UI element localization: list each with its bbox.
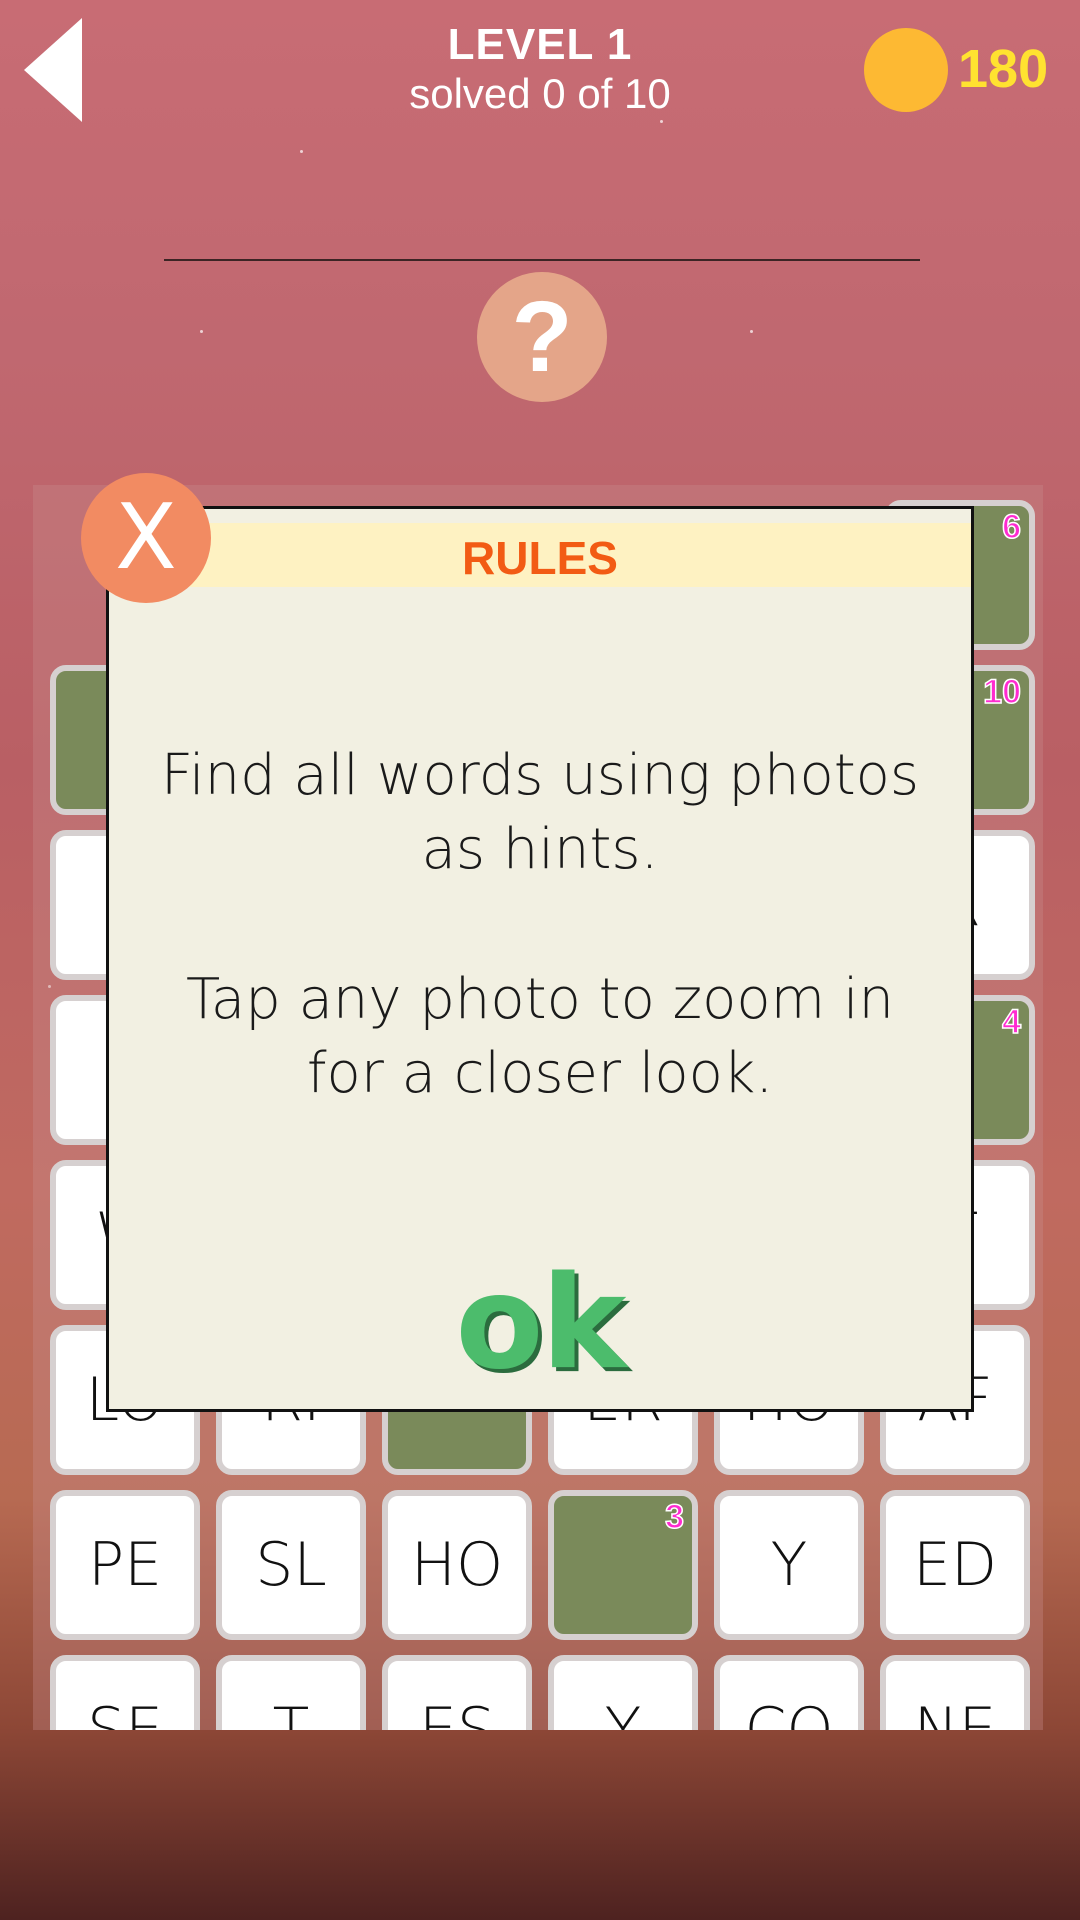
ok-button[interactable]: ok — [109, 1249, 971, 1398]
coin-icon — [864, 28, 948, 112]
letter-tile[interactable]: ES — [382, 1655, 532, 1730]
sparkle — [660, 120, 663, 123]
tile-label: PE — [87, 1530, 163, 1600]
letter-tile[interactable]: T — [216, 1655, 366, 1730]
answer-line — [164, 259, 920, 261]
letter-tile[interactable]: CO — [714, 1655, 864, 1730]
tile-label: ED — [912, 1530, 998, 1600]
letter-tile[interactable]: NE — [880, 1655, 1030, 1730]
tile-label: Y — [770, 1530, 808, 1600]
tile-label: ES — [419, 1695, 495, 1730]
sparkle — [300, 150, 303, 153]
tile-label: SE — [87, 1695, 163, 1730]
coin-count: 180 — [958, 39, 1049, 99]
tile-label: Y — [604, 1695, 642, 1730]
letter-tile[interactable]: Y — [548, 1655, 698, 1730]
sparkle — [200, 330, 203, 333]
tile-label: SL — [255, 1530, 327, 1600]
photo-number: 3 — [664, 1497, 684, 1537]
hint-button[interactable]: ? — [477, 272, 607, 402]
tile-label: T — [272, 1695, 310, 1730]
tile-label: CO — [744, 1695, 834, 1730]
photo-tile[interactable]: 3 — [548, 1490, 698, 1640]
rule-text-2-line-1: Tap any photo to zoom in — [185, 967, 894, 1032]
photo-number: 4 — [1001, 1002, 1021, 1042]
rule-text-2-line-2: for a closer look. — [306, 1041, 774, 1106]
rules-dialog: RULES Find all words using photos as hin… — [106, 506, 974, 1412]
letter-tile[interactable]: PE — [50, 1490, 200, 1640]
tile-label: HO — [410, 1530, 504, 1600]
letter-tile[interactable]: SL — [216, 1490, 366, 1640]
tile-label: NE — [913, 1695, 997, 1730]
letter-tile[interactable]: SE — [50, 1655, 200, 1730]
rule-text-1-line-2: as hints. — [421, 817, 659, 882]
letter-tile[interactable]: ED — [880, 1490, 1030, 1640]
photo-number: 10 — [982, 672, 1021, 712]
dialog-title: RULES — [462, 532, 618, 584]
letter-tile[interactable]: HO — [382, 1490, 532, 1640]
sparkle — [750, 330, 753, 333]
close-button[interactable]: X — [81, 473, 211, 603]
rule-text-1-line-1: Find all words using photos — [160, 743, 920, 808]
photo-number: 6 — [1001, 507, 1021, 547]
letter-tile[interactable]: Y — [714, 1490, 864, 1640]
